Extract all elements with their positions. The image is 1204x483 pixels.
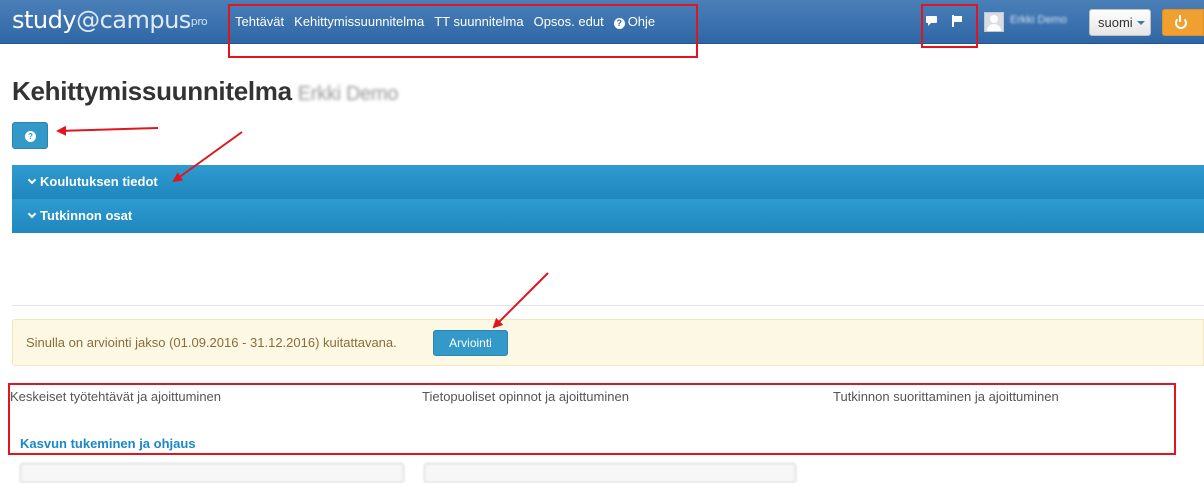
question-circle-icon: ? <box>613 18 625 29</box>
text-field[interactable] <box>20 463 404 483</box>
page-title-user: Erkki Demo <box>297 83 399 105</box>
chevron-down-icon <box>27 209 37 219</box>
accordion-label: Koulutuksen tiedot <box>40 174 158 189</box>
chevron-down-icon <box>27 175 37 185</box>
main-nav: Tehtävät Kehittymissuunnitelma TT suunni… <box>235 14 655 29</box>
avatar[interactable] <box>984 12 1004 32</box>
nav-link-opsos-edut[interactable]: Opsos. edut <box>534 14 604 29</box>
accordion-koulutuksen-tiedot[interactable]: Koulutuksen tiedot <box>12 165 1204 199</box>
text-field[interactable] <box>424 463 796 483</box>
power-icon[interactable] <box>1162 9 1204 36</box>
question-circle-icon: ? <box>25 131 36 142</box>
section-link-kasvun-tukeminen[interactable]: Kasvun tukeminen ja ohjaus <box>20 436 196 451</box>
user-name[interactable]: Erkki Demo <box>1010 14 1067 26</box>
nav-link-tehtavat[interactable]: Tehtävät <box>235 14 284 29</box>
nav-link-ohje-label: Ohje <box>627 14 656 29</box>
accordion-label: Tutkinnon osat <box>40 208 133 223</box>
top-navbar: study@campuspro Tehtävät Kehittymissuunn… <box>0 0 1204 44</box>
help-button[interactable]: ? <box>12 122 48 149</box>
divider <box>12 305 1204 306</box>
column-header-tietopuoliset: Tietopuoliset opinnot ja ajoittuminen <box>422 389 629 404</box>
nav-link-tt-suunnitelma[interactable]: TT suunnitelma <box>434 14 523 29</box>
flag-icon[interactable] <box>951 15 964 28</box>
nav-link-ohje[interactable]: ? Ohje <box>613 14 656 29</box>
nav-link-kehittymissuunnitelma[interactable]: Kehittymissuunnitelma <box>294 14 424 29</box>
caret-down-icon <box>1136 21 1145 25</box>
page-title-text: Kehittymissuunnitelma <box>12 76 292 106</box>
notification-icons <box>926 15 964 28</box>
arviointi-button[interactable]: Arviointi <box>433 330 508 356</box>
page-title: Kehittymissuunnitelma Erkki Demo <box>12 76 398 107</box>
language-dropdown[interactable]: suomi <box>1089 9 1151 36</box>
language-label: suomi <box>1098 15 1133 30</box>
column-header-tyotehtavat: Keskeiset työtehtävät ja ajoittuminen <box>10 389 222 404</box>
evaluation-alert: Sinulla on arviointi jakso (01.09.2016 -… <box>12 319 1204 366</box>
brand-logo[interactable]: study@campuspro <box>12 5 208 35</box>
comment-icon[interactable] <box>926 15 939 28</box>
column-header-tutkinnon-suorittaminen: Tutkinnon suorittaminen ja ajoittuminen <box>833 389 1059 404</box>
annotation-arrow <box>56 125 159 136</box>
accordion-tutkinnon-osat[interactable]: Tutkinnon osat <box>12 199 1204 233</box>
alert-text: Sinulla on arviointi jakso (01.09.2016 -… <box>26 335 397 350</box>
